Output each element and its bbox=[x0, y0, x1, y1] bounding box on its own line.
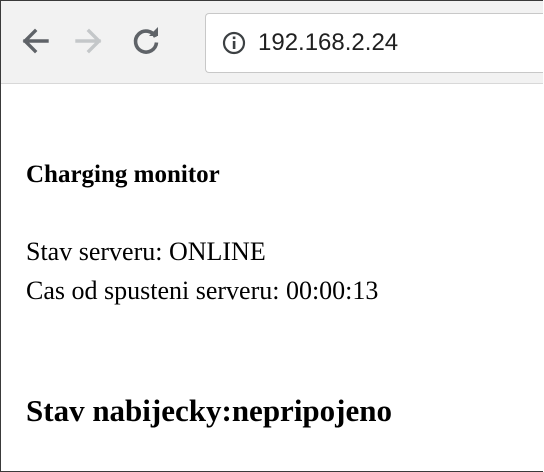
info-icon[interactable] bbox=[222, 31, 246, 55]
url-text[interactable]: 192.168.2.24 bbox=[258, 26, 398, 60]
charger-status-heading: Stav nabijecky:nepripojeno bbox=[26, 393, 392, 428]
back-arrow-icon bbox=[22, 28, 49, 54]
back-button[interactable] bbox=[15, 21, 55, 61]
browser-window: 192.168.2.24 Charging monitor Stav serve… bbox=[0, 0, 543, 472]
forward-button[interactable] bbox=[69, 21, 109, 61]
forward-arrow-icon bbox=[75, 28, 102, 54]
browser-toolbar: 192.168.2.24 bbox=[1, 1, 543, 84]
page-title: Charging monitor bbox=[26, 161, 220, 188]
reload-icon bbox=[133, 27, 159, 54]
address-bar[interactable]: 192.168.2.24 bbox=[205, 13, 543, 73]
reload-button[interactable] bbox=[126, 21, 166, 61]
server-uptime-text: Cas od spusteni serveru: 00:00:13 bbox=[26, 276, 379, 305]
server-status-text: Stav serveru: ONLINE bbox=[26, 237, 266, 266]
